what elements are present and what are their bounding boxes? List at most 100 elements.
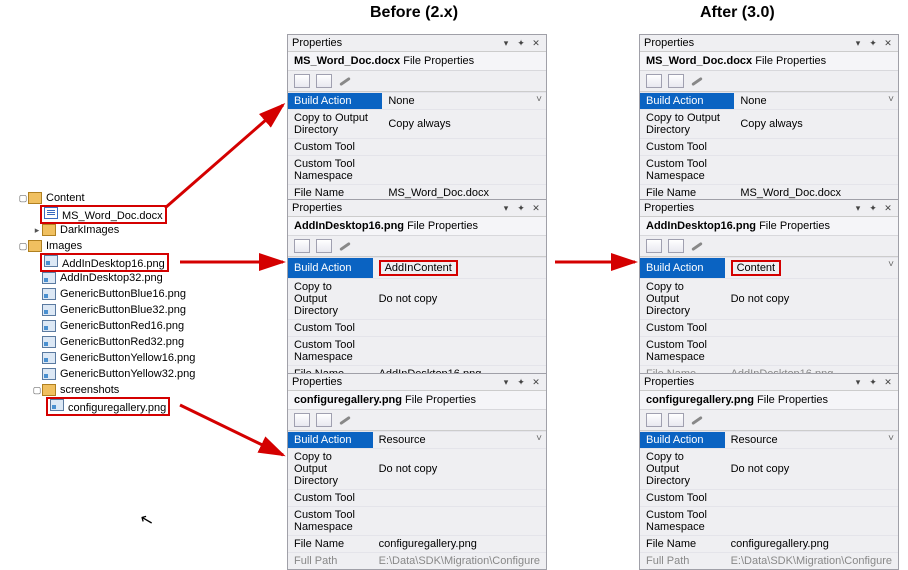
prop-custom-tool[interactable]: Custom Tool: [288, 489, 373, 506]
caret-icon[interactable]: ▢: [32, 385, 42, 396]
sort-icon[interactable]: [668, 413, 684, 427]
prop-ctn[interactable]: Custom Tool Namespace: [288, 336, 373, 365]
prop-custom-tool[interactable]: Custom Tool: [288, 319, 373, 336]
prop-value[interactable]: Copy always: [382, 109, 546, 138]
prop-value[interactable]: Do not copy: [725, 448, 898, 489]
prop-value[interactable]: Do not copy: [373, 278, 546, 319]
prop-copy[interactable]: Copy to Output Directory: [640, 448, 725, 489]
sort-icon[interactable]: [316, 74, 332, 88]
sort-icon[interactable]: [316, 239, 332, 253]
prop-value[interactable]: [382, 138, 546, 155]
close-icon[interactable]: ✕: [882, 376, 894, 388]
tree-item[interactable]: GenericButtonRed32.png: [0, 334, 270, 350]
prop-value[interactable]: [725, 506, 898, 535]
prop-fullpath[interactable]: Full Path: [288, 552, 373, 569]
wrench-icon[interactable]: [338, 74, 354, 88]
prop-filename[interactable]: File Name: [640, 535, 725, 552]
wrench-icon[interactable]: [690, 413, 706, 427]
prop-build-action[interactable]: Build Action: [288, 257, 373, 278]
categorize-icon[interactable]: [294, 74, 310, 88]
dropdown-icon[interactable]: ▾: [500, 376, 512, 388]
prop-copy[interactable]: Copy to Output Directory: [288, 278, 373, 319]
prop-value[interactable]: configuregallery.png: [725, 535, 898, 552]
prop-ctn[interactable]: Custom Tool Namespace: [640, 506, 725, 535]
tree-item[interactable]: GenericButtonRed16.png: [0, 318, 270, 334]
prop-value[interactable]: Copy always: [734, 109, 898, 138]
categorize-icon[interactable]: [646, 74, 662, 88]
prop-build-action[interactable]: Build Action: [288, 92, 382, 109]
prop-value[interactable]: Content: [725, 257, 898, 278]
prop-build-action[interactable]: Build Action: [288, 431, 373, 448]
prop-value[interactable]: [734, 138, 898, 155]
tree-item-cfg[interactable]: configuregallery.png: [0, 398, 270, 414]
prop-ctn[interactable]: Custom Tool Namespace: [288, 506, 373, 535]
wrench-icon[interactable]: [690, 239, 706, 253]
tree-folder-dark[interactable]: ▸DarkImages: [0, 222, 270, 238]
prop-fullpath[interactable]: Full Path: [640, 552, 725, 569]
prop-value[interactable]: configuregallery.png: [373, 535, 546, 552]
prop-copy[interactable]: Copy to Output Directory: [640, 278, 725, 319]
wrench-icon[interactable]: [338, 239, 354, 253]
close-icon[interactable]: ✕: [882, 37, 894, 49]
prop-value[interactable]: [373, 336, 546, 365]
prop-value[interactable]: Do not copy: [373, 448, 546, 489]
categorize-icon[interactable]: [294, 413, 310, 427]
close-icon[interactable]: ✕: [530, 37, 542, 49]
dropdown-icon[interactable]: ▾: [852, 202, 864, 214]
pin-icon[interactable]: ✦: [515, 202, 527, 214]
prop-ctn[interactable]: Custom Tool Namespace: [640, 155, 734, 184]
tree-item-doc[interactable]: MS_Word_Doc.docx: [0, 206, 270, 222]
prop-filename[interactable]: File Name: [288, 535, 373, 552]
prop-custom-tool[interactable]: Custom Tool: [288, 138, 382, 155]
pin-icon[interactable]: ✦: [867, 376, 879, 388]
sort-icon[interactable]: [668, 74, 684, 88]
prop-ctn[interactable]: Custom Tool Namespace: [288, 155, 382, 184]
prop-value[interactable]: [725, 489, 898, 506]
tree-item-addin16[interactable]: AddInDesktop16.png: [0, 254, 270, 270]
prop-value[interactable]: Resource: [725, 431, 898, 448]
prop-ctn[interactable]: Custom Tool Namespace: [640, 336, 725, 365]
prop-custom-tool[interactable]: Custom Tool: [640, 489, 725, 506]
prop-value[interactable]: [373, 319, 546, 336]
sort-icon[interactable]: [668, 239, 684, 253]
prop-copy[interactable]: Copy to Output Directory: [640, 109, 734, 138]
pin-icon[interactable]: ✦: [867, 37, 879, 49]
wrench-icon[interactable]: [690, 74, 706, 88]
prop-value[interactable]: None: [734, 92, 898, 109]
prop-value[interactable]: [382, 155, 546, 184]
dropdown-icon[interactable]: ▾: [500, 37, 512, 49]
prop-copy[interactable]: Copy to Output Directory: [288, 109, 382, 138]
prop-value[interactable]: [725, 336, 898, 365]
close-icon[interactable]: ✕: [882, 202, 894, 214]
prop-value[interactable]: None: [382, 92, 546, 109]
prop-value[interactable]: [725, 319, 898, 336]
caret-icon[interactable]: ▢: [18, 241, 28, 252]
dropdown-icon[interactable]: ▾: [852, 376, 864, 388]
categorize-icon[interactable]: [294, 239, 310, 253]
dropdown-icon[interactable]: ▾: [852, 37, 864, 49]
prop-custom-tool[interactable]: Custom Tool: [640, 319, 725, 336]
tree-item[interactable]: GenericButtonBlue32.png: [0, 302, 270, 318]
close-icon[interactable]: ✕: [530, 202, 542, 214]
prop-value[interactable]: Resource: [373, 431, 546, 448]
categorize-icon[interactable]: [646, 413, 662, 427]
prop-value[interactable]: AddInContent: [373, 257, 546, 278]
categorize-icon[interactable]: [646, 239, 662, 253]
pin-icon[interactable]: ✦: [515, 37, 527, 49]
tree-item[interactable]: GenericButtonYellow32.png: [0, 366, 270, 382]
prop-copy[interactable]: Copy to Output Directory: [288, 448, 373, 489]
prop-build-action[interactable]: Build Action: [640, 257, 725, 278]
prop-build-action[interactable]: Build Action: [640, 431, 725, 448]
wrench-icon[interactable]: [338, 413, 354, 427]
pin-icon[interactable]: ✦: [515, 376, 527, 388]
prop-value[interactable]: [373, 489, 546, 506]
caret-icon[interactable]: ▢: [18, 193, 28, 204]
prop-value[interactable]: Do not copy: [725, 278, 898, 319]
prop-value[interactable]: [734, 155, 898, 184]
pin-icon[interactable]: ✦: [867, 202, 879, 214]
dropdown-icon[interactable]: ▾: [500, 202, 512, 214]
tree-item[interactable]: GenericButtonYellow16.png: [0, 350, 270, 366]
caret-icon[interactable]: ▸: [32, 225, 42, 236]
close-icon[interactable]: ✕: [530, 376, 542, 388]
prop-value[interactable]: [373, 506, 546, 535]
